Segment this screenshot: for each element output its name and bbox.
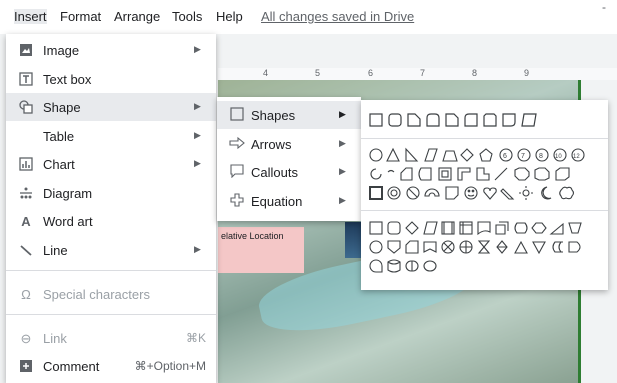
menu-item-label: Text box: [43, 72, 92, 87]
menu-item-image[interactable]: Image ▶: [6, 36, 216, 64]
menu-item-line[interactable]: Line ▶: [6, 236, 216, 264]
horizontal-ruler: 4 5 6 7 8 9: [218, 68, 617, 80]
menu-tools[interactable]: Tools: [172, 9, 202, 24]
image-icon: [18, 43, 34, 59]
svg-text:6: 6: [503, 153, 507, 160]
submenu-arrow-icon: ▶: [339, 166, 346, 176]
svg-text:7: 7: [521, 153, 525, 160]
shapes-palette: 6 7 8 10 12: [361, 100, 608, 290]
menu-item-diagram[interactable]: Diagram: [6, 179, 216, 207]
flowchart-shapes-icon[interactable]: [369, 239, 601, 255]
misc-shapes-icon[interactable]: [369, 166, 601, 182]
symbol-shapes-icon[interactable]: [369, 185, 601, 201]
palette-divider: [361, 210, 608, 211]
menu-item-label: Diagram: [43, 186, 93, 201]
ruler-tick: 4: [263, 68, 269, 78]
menu-item-label: Word art: [43, 214, 93, 229]
submenu-item-label: Callouts: [251, 165, 298, 180]
flowchart-shapes-icon[interactable]: [369, 220, 601, 236]
menu-item-chart[interactable]: Chart ▶: [6, 150, 216, 178]
submenu-item-label: Equation: [251, 194, 303, 209]
flowchart-row-1[interactable]: [369, 220, 601, 238]
menu-bar: Insert Format Arrange Tools Help All cha…: [0, 0, 617, 34]
basic-shapes-row[interactable]: [369, 112, 549, 130]
omega-icon: Ω: [21, 287, 31, 302]
submenu-item-equation[interactable]: Equation ▶: [217, 187, 361, 215]
menu-item-label: Comment: [43, 359, 100, 374]
rectangle-shapes-icon[interactable]: [369, 112, 549, 128]
menu-help[interactable]: Help: [216, 9, 243, 24]
svg-text:10: 10: [555, 154, 562, 160]
flowchart-row-2[interactable]: [369, 239, 601, 257]
shape-icon: [18, 100, 34, 116]
diagram-icon: [18, 186, 34, 202]
shapes-row-3[interactable]: [369, 166, 601, 184]
shape-submenu: Shapes ▶ Arrows ▶ Callouts ▶ Equation ▶: [217, 97, 361, 221]
svg-text:8: 8: [539, 153, 543, 160]
basic-shapes-icon[interactable]: 6 7 8 10 12: [369, 147, 601, 163]
menu-item-comment[interactable]: Comment ⌘+Option+M: [6, 352, 216, 380]
submenu-arrow-icon: ▶: [339, 195, 346, 205]
menu-item-label: Table: [43, 129, 75, 144]
menu-item-label: Chart: [43, 157, 75, 172]
flowchart-shapes-icon[interactable]: [369, 258, 459, 274]
shapes-row-2[interactable]: 6 7 8 10 12: [369, 147, 601, 165]
menu-item-text-box[interactable]: Text box: [6, 65, 216, 93]
insert-menu: Image ▶ Text box Shape ▶ Table ▶ Chart ▶…: [6, 34, 216, 383]
menu-item-label: Line: [43, 243, 68, 258]
menu-item-word-art[interactable]: A Word art: [6, 207, 216, 235]
menubar-dash: -: [602, 0, 606, 14]
shortcut-label: ⌘K: [185, 331, 206, 345]
submenu-item-shapes[interactable]: Shapes ▶: [217, 101, 361, 129]
link-icon: ⊖: [20, 331, 32, 346]
menu-item-table[interactable]: Table ▶: [6, 122, 216, 150]
submenu-arrow-icon: ▶: [194, 244, 201, 254]
shapes-row-4[interactable]: [369, 185, 601, 203]
svg-text:12: 12: [573, 154, 580, 160]
menu-item-label: Shape: [43, 100, 81, 115]
submenu-item-label: Arrows: [251, 137, 292, 152]
menu-insert[interactable]: Insert: [14, 9, 47, 24]
arrow-icon: [229, 136, 245, 152]
square-icon: [229, 107, 245, 123]
text-box-icon: [18, 72, 34, 88]
chart-icon: [18, 157, 34, 173]
submenu-arrow-icon: ▶: [194, 101, 201, 111]
ruler-tick: 9: [524, 68, 530, 78]
menu-item-label: Link: [43, 331, 67, 346]
submenu-arrow-icon: ▶: [339, 109, 346, 119]
submenu-arrow-icon: ▶: [194, 158, 201, 168]
ruler-tick: 6: [368, 68, 374, 78]
submenu-item-label: Shapes: [251, 108, 296, 123]
flowchart-row-3[interactable]: [369, 258, 459, 276]
menu-item-label: Special characters: [43, 287, 150, 302]
save-status-link[interactable]: All changes saved in Drive: [261, 9, 414, 24]
ruler-tick: 8: [472, 68, 478, 78]
callout-icon: [229, 164, 245, 180]
menu-item-special-characters[interactable]: Ω Special characters: [6, 280, 216, 308]
submenu-item-arrows[interactable]: Arrows ▶: [217, 130, 361, 158]
ruler-tick: 7: [420, 68, 426, 78]
menu-item-shape[interactable]: Shape ▶: [6, 93, 216, 121]
menu-divider: [6, 270, 216, 271]
submenu-arrow-icon: ▶: [194, 44, 201, 54]
menu-arrange[interactable]: Arrange: [114, 9, 160, 24]
menu-item-label: Image: [43, 43, 80, 58]
plus-icon: [229, 193, 245, 209]
ruler-tick: 5: [315, 68, 321, 78]
submenu-arrow-icon: ▶: [339, 138, 346, 148]
word-art-icon: A: [21, 214, 31, 229]
submenu-arrow-icon: ▶: [194, 130, 201, 140]
menu-item-link[interactable]: ⊖ Link ⌘K: [6, 324, 216, 352]
menu-format[interactable]: Format: [60, 9, 101, 24]
submenu-item-callouts[interactable]: Callouts ▶: [217, 158, 361, 186]
comment-icon: [18, 359, 34, 375]
menu-divider: [6, 314, 216, 315]
palette-divider: [361, 138, 608, 139]
location-textbox[interactable]: elative Location: [218, 227, 304, 273]
shortcut-label: ⌘+Option+M: [134, 359, 206, 373]
line-icon: [18, 243, 34, 259]
